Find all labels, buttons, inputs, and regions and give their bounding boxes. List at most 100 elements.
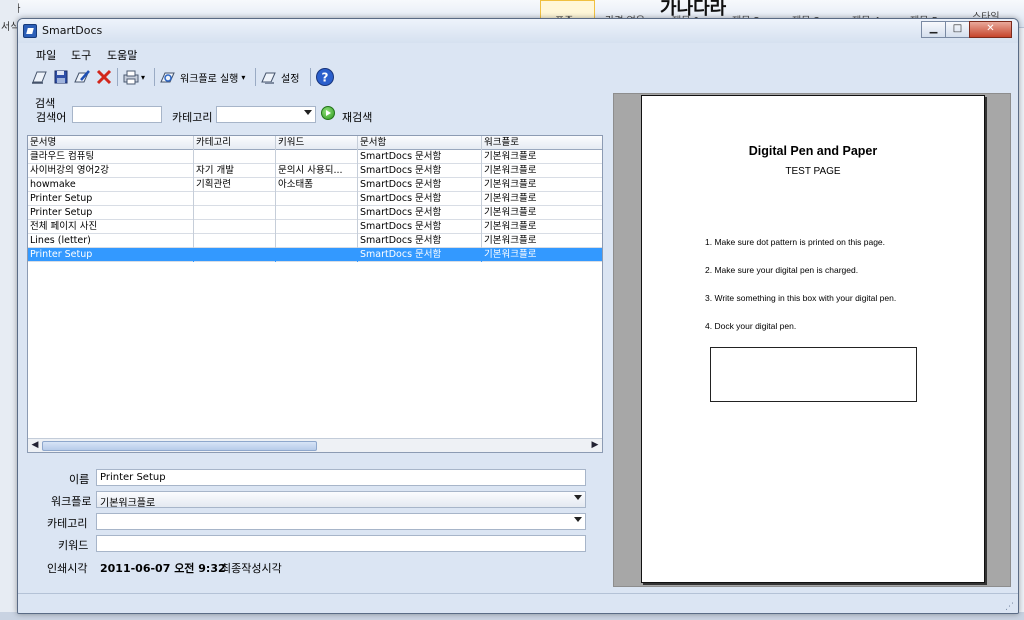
table-row[interactable]: howmake 기획관련 아소태폼 SmartDocs 문서함 기본워크플로: [28, 178, 602, 192]
resize-grip-icon[interactable]: ⋰: [1005, 602, 1014, 612]
title-bar[interactable]: SmartDocs ▁ □ ✕: [18, 19, 1018, 43]
detail-name-label: 이름: [69, 473, 90, 486]
minimize-icon: ▁: [929, 23, 938, 34]
menu-tools[interactable]: 도구: [71, 47, 91, 63]
cell-category: 기획관련: [194, 178, 276, 192]
detail-keyword-input[interactable]: [96, 535, 586, 552]
scroll-right-icon[interactable]: ▶: [588, 439, 602, 452]
settings-label: 설정: [281, 73, 300, 85]
search-category-label: 카테고리: [172, 111, 213, 124]
cell-name: Printer Setup: [28, 192, 194, 206]
table-row[interactable]: Lines (letter) SmartDocs 문서함 기본워크플로: [28, 234, 602, 248]
cell-workflow: 기본워크플로: [484, 193, 537, 204]
cell-workflow: 기본워크플로: [484, 165, 537, 176]
toolbar: ▾ 워크플로 실행 ▾ 설정 ?: [26, 64, 356, 90]
workflow-run-button[interactable]: 워크플로 실행 ▾: [159, 66, 245, 88]
help-button[interactable]: ?: [315, 66, 335, 88]
table-row[interactable]: Printer Setup SmartDocs 문서함 기본워크플로: [28, 206, 602, 220]
svg-text:?: ?: [322, 71, 329, 85]
smartdocs-app-icon: [23, 24, 37, 38]
workflow-icon: [160, 72, 175, 83]
cell-category: 자기 개발: [194, 164, 276, 178]
cell-name: 사이버강의 영어2강: [28, 164, 194, 178]
menu-bar: 파일 도구 도움말: [18, 43, 1018, 63]
column-header-keyword[interactable]: 키워드: [276, 136, 358, 150]
settings-icon: [261, 72, 276, 84]
horizontal-scrollbar[interactable]: ◀ ▶: [28, 438, 602, 452]
cell-keyword: [276, 206, 358, 220]
cell-name: howmake: [28, 178, 194, 192]
preview-step: 1. Make sure dot pattern is printed on t…: [705, 237, 886, 247]
cell-category: [194, 150, 276, 164]
table-row[interactable]: Printer Setup SmartDocs 문서함 기본워크플로: [28, 192, 602, 206]
print-button[interactable]: ▾: [122, 66, 145, 88]
chevron-down-icon: ▾: [241, 72, 246, 82]
detail-workflow-label: 워크플로: [51, 495, 92, 508]
settings-button[interactable]: 설정: [260, 66, 299, 88]
window-controls: ▁ □ ✕: [921, 21, 1012, 38]
detail-name-input[interactable]: Printer Setup: [96, 469, 586, 486]
cell-folder: SmartDocs 문서함: [358, 248, 482, 262]
cell-keyword: 문의시 사용되...: [276, 164, 358, 178]
chevron-down-icon: [574, 517, 582, 522]
cell-category: [194, 248, 276, 262]
status-bar: ⋰: [18, 593, 1018, 613]
writing-box: [710, 347, 917, 402]
cell-name: Lines (letter): [28, 234, 194, 248]
cell-folder: SmartDocs 문서함: [358, 164, 482, 178]
new-document-button[interactable]: [30, 66, 48, 88]
cell-keyword: [276, 150, 358, 164]
detail-workflow-select[interactable]: 기본워크플로: [96, 491, 586, 508]
table-row[interactable]: 전체 페이지 사진 SmartDocs 문서함 기본워크플로: [28, 220, 602, 234]
edit-button[interactable]: [73, 66, 91, 88]
document-preview: Digital Pen and Paper TEST PAGE 1. Make …: [613, 93, 1011, 587]
toolbar-separator: [117, 68, 118, 86]
table-row-selected[interactable]: Printer Setup SmartDocs 문서함 기본워크플로: [28, 248, 602, 262]
cell-workflow: 기본워크플로: [484, 235, 537, 246]
notebook-icon: [32, 71, 47, 84]
table-row[interactable]: 클라우드 컴퓨팅 SmartDocs 문서함 기본워크플로: [28, 150, 602, 164]
table-row[interactable]: 사이버강의 영어2강 자기 개발 문의시 사용되... SmartDocs 문서…: [28, 164, 602, 178]
column-header-folder[interactable]: 문서함: [358, 136, 482, 150]
cell-workflow: 기본워크플로: [484, 249, 537, 260]
help-icon: ?: [316, 68, 334, 86]
scrollbar-thumb[interactable]: [42, 441, 317, 451]
cell-category: [194, 220, 276, 234]
detail-last-modified-label: 최종작성시각: [221, 562, 282, 575]
close-icon: ✕: [986, 23, 995, 34]
chevron-down-icon: ▾: [141, 72, 146, 82]
workflow-run-label: 워크플로 실행: [180, 73, 239, 85]
column-header-name[interactable]: 문서명: [28, 136, 194, 150]
preview-step: 2. Make sure your digital pen is charged…: [705, 265, 859, 275]
printer-icon: [123, 70, 139, 85]
cell-keyword: [276, 248, 358, 262]
detail-category-select[interactable]: [96, 513, 586, 530]
cell-keyword: 아소태폼: [276, 178, 358, 192]
detail-print-time-value: 2011-06-07 오전 9:32: [100, 562, 226, 575]
chevron-down-icon: [304, 110, 312, 115]
refresh-search-icon[interactable]: [321, 106, 335, 120]
delete-button[interactable]: [95, 66, 113, 88]
document-grid: 문서명 카테고리 키워드 문서함 워크플로 클라우드 컴퓨팅 SmartDocs…: [27, 135, 603, 453]
cell-name: Printer Setup: [28, 248, 194, 262]
column-header-workflow[interactable]: 워크플로: [482, 136, 602, 150]
search-keyword-input[interactable]: [72, 106, 162, 123]
maximize-button[interactable]: □: [945, 21, 970, 38]
save-button[interactable]: [52, 66, 70, 88]
scroll-left-icon[interactable]: ◀: [28, 439, 42, 452]
minimize-button[interactable]: ▁: [921, 21, 946, 38]
background-left-strip: 서식: [0, 0, 19, 620]
search-keyword-label: 검색어: [36, 111, 67, 124]
menu-help[interactable]: 도움말: [107, 47, 137, 63]
search-category-select[interactable]: [216, 106, 316, 123]
smartdocs-window: SmartDocs ▁ □ ✕ 파일 도구 도움말 ▾ 워크플로 실행 ▾ 설정…: [17, 18, 1019, 614]
detail-print-time-label: 인쇄시각: [47, 562, 88, 575]
menu-file[interactable]: 파일: [36, 47, 56, 63]
column-header-category[interactable]: 카테고리: [194, 136, 276, 150]
research-button[interactable]: 재검색: [342, 109, 372, 125]
grid-header: 문서명 카테고리 키워드 문서함 워크플로: [28, 136, 602, 150]
cell-name: Printer Setup: [28, 206, 194, 220]
cell-workflow: 기본워크플로: [484, 207, 537, 218]
preview-step: 4. Dock your digital pen.: [705, 321, 797, 331]
close-button[interactable]: ✕: [969, 21, 1012, 38]
